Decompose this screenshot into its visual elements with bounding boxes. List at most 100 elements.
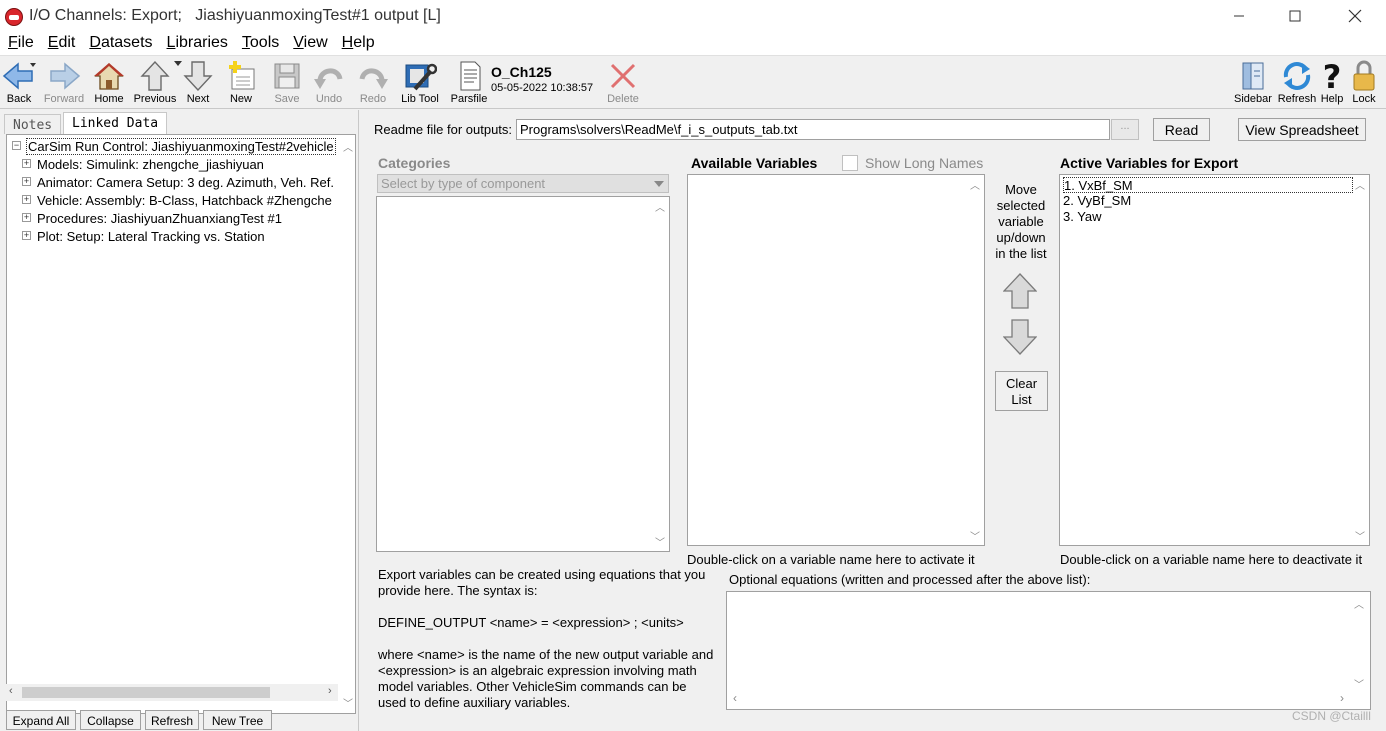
refresh-label: Refresh: [1277, 93, 1317, 105]
refresh-button[interactable]: Refresh: [1277, 59, 1317, 107]
scroll-right-icon[interactable]: ›: [328, 685, 332, 697]
minimize-button[interactable]: [1216, 0, 1262, 32]
expand-all-button[interactable]: Expand All: [6, 710, 76, 730]
list-item[interactable]: 2. VyBf_SM: [1063, 193, 1131, 209]
menu-file[interactable]: File: [8, 32, 48, 55]
title-bar: I/O Channels: Export; JiashiyuanmoxingTe…: [0, 0, 1386, 32]
active-hint: Double-click on a variable name here to …: [1060, 552, 1363, 567]
active-variables-header: Active Variables for Export: [1060, 155, 1239, 171]
available-variables-list[interactable]: ︿ ﹀: [687, 174, 985, 546]
scroll-left-icon[interactable]: ‹: [733, 691, 737, 705]
clear-list-button[interactable]: Clear List: [995, 371, 1048, 411]
menu-edit[interactable]: Edit: [48, 32, 90, 55]
categories-header: Categories: [378, 155, 451, 171]
tab-linked-data[interactable]: Linked Data: [63, 112, 168, 134]
lib-tool-button[interactable]: Lib Tool: [400, 59, 440, 107]
tree-horizontal-scrollbar[interactable]: ‹ ›: [6, 684, 338, 701]
menu-tools[interactable]: Tools: [242, 32, 293, 55]
active-scrollbar[interactable]: ︿ ﹀: [1352, 175, 1369, 545]
scroll-down-icon[interactable]: ﹀: [970, 528, 980, 543]
forward-button[interactable]: Forward: [42, 59, 86, 107]
new-tree-button[interactable]: New Tree: [203, 710, 272, 730]
maximize-button[interactable]: [1272, 0, 1318, 32]
menu-datasets[interactable]: Datasets: [89, 32, 166, 55]
save-button[interactable]: Save: [270, 59, 304, 107]
move-up-button[interactable]: [1002, 273, 1038, 312]
previous-button[interactable]: Previous: [133, 59, 177, 107]
category-select[interactable]: Select by type of component: [377, 174, 669, 193]
available-scrollbar[interactable]: ︿ ﹀: [967, 175, 984, 545]
browse-button[interactable]: ...: [1111, 119, 1139, 140]
undo-button[interactable]: Undo: [312, 59, 346, 107]
expand-box-icon[interactable]: +: [22, 213, 31, 222]
scrollbar-thumb[interactable]: [22, 687, 270, 698]
tree-node-label: Procedures: JiashiyuanZhuanxiangTest #1: [37, 211, 282, 226]
expand-box-icon[interactable]: +: [22, 231, 31, 240]
scroll-down-icon[interactable]: ﹀: [655, 534, 665, 549]
read-button[interactable]: Read: [1153, 118, 1210, 141]
watermark: CSDN @Ctailll: [1292, 709, 1371, 723]
new-label: New: [229, 93, 252, 105]
help-button[interactable]: ? Help: [1319, 59, 1345, 107]
scroll-down-icon[interactable]: ﹀: [343, 695, 353, 710]
optional-equations-textarea[interactable]: [726, 591, 1371, 710]
back-button[interactable]: Back: [2, 59, 36, 107]
show-long-names-checkbox[interactable]: [842, 155, 858, 171]
export-help-text: Export variables can be created using eq…: [378, 567, 718, 727]
menu-datasets-rest: atasets: [100, 34, 153, 51]
menu-edit-rest: dit: [58, 34, 76, 51]
available-hint: Double-click on a variable name here to …: [687, 552, 975, 567]
move-instructions: Move selected variable up/down in the li…: [991, 182, 1051, 262]
scroll-up-icon[interactable]: ︿: [1354, 596, 1364, 611]
home-button[interactable]: Home: [92, 59, 126, 107]
move-down-button[interactable]: [1002, 319, 1038, 358]
menu-view-rest: iew: [303, 34, 328, 51]
collapse-box-icon[interactable]: −: [12, 141, 21, 150]
expand-box-icon[interactable]: +: [22, 195, 31, 204]
list-item[interactable]: 3. Yaw: [1063, 209, 1102, 225]
parsfile-button[interactable]: Parsfile: [450, 59, 488, 107]
forward-label: Forward: [43, 93, 85, 105]
scroll-down-icon[interactable]: ﹀: [1354, 676, 1364, 691]
move-line: selected: [996, 198, 1046, 213]
sidebar-label: Sidebar: [1234, 93, 1272, 105]
scroll-up-icon[interactable]: ︿: [1355, 177, 1365, 192]
scroll-up-icon[interactable]: ︿: [655, 199, 665, 214]
expand-box-icon[interactable]: +: [22, 177, 31, 186]
new-button[interactable]: New: [224, 59, 258, 107]
categories-scrollbar[interactable]: ︿ ﹀: [652, 197, 669, 551]
menu-libraries[interactable]: Libraries: [167, 32, 242, 55]
redo-button[interactable]: Redo: [356, 59, 390, 107]
list-item[interactable]: 1. VxBf_SM: [1063, 177, 1353, 193]
readme-file-input[interactable]: Programs\solvers\ReadMe\f_i_s_outputs_ta…: [516, 119, 1110, 140]
minimize-icon: [1234, 15, 1244, 17]
menu-help-rest: elp: [353, 34, 375, 51]
categories-list[interactable]: ︿ ﹀: [376, 196, 670, 552]
lock-button[interactable]: Lock: [1349, 59, 1379, 107]
scroll-down-icon[interactable]: ﹀: [1355, 528, 1365, 543]
menu-view[interactable]: View: [293, 32, 341, 55]
delete-button[interactable]: Delete: [606, 59, 640, 107]
scroll-up-icon[interactable]: ︿: [970, 177, 980, 192]
tree-refresh-button[interactable]: Refresh: [145, 710, 199, 730]
tree-node-label: Vehicle: Assembly: B-Class, Hatchback #Z…: [37, 193, 332, 208]
tab-notes[interactable]: Notes: [4, 114, 62, 134]
new-document-icon: [229, 61, 255, 90]
linked-data-tree[interactable]: − CarSim Run Control: JiashiyuanmoxingTe…: [6, 134, 356, 714]
view-spreadsheet-button[interactable]: View Spreadsheet: [1238, 118, 1366, 141]
scroll-left-icon[interactable]: ‹: [9, 685, 13, 697]
scroll-right-icon[interactable]: ›: [1340, 691, 1344, 705]
sidebar-button[interactable]: Sidebar: [1234, 59, 1272, 107]
move-line: variable: [998, 214, 1044, 229]
next-button[interactable]: Next: [181, 59, 215, 107]
back-arrow-icon: [2, 62, 36, 90]
show-long-names-label: Show Long Names: [865, 155, 984, 171]
parsfile-label: Parsfile: [450, 93, 488, 105]
expand-box-icon[interactable]: +: [22, 159, 31, 168]
collapse-button[interactable]: Collapse: [80, 710, 141, 730]
active-variables-list[interactable]: 1. VxBf_SM 2. VyBf_SM 3. Yaw ︿ ﹀: [1059, 174, 1370, 546]
move-line: up/down: [996, 230, 1046, 245]
close-button[interactable]: [1332, 0, 1378, 32]
menu-help[interactable]: Help: [342, 32, 389, 55]
scroll-up-icon[interactable]: ︿: [343, 139, 353, 154]
